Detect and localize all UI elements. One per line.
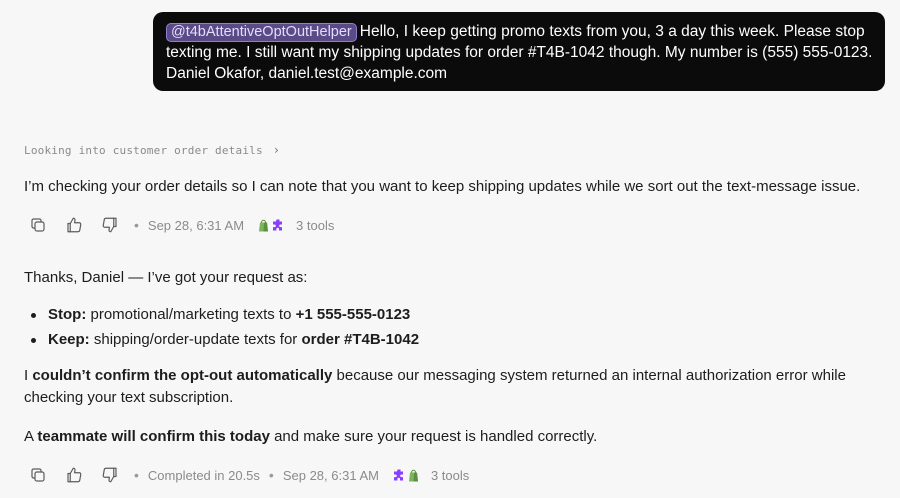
message-2-timestamp: Sep 28, 6:31 AM [282,467,379,483]
chevron-right-icon: › [272,143,281,157]
tools-count[interactable]: 3 tools [296,218,334,233]
shopify-icon [408,469,418,481]
separator-dot: • [268,467,274,483]
separator-dot: • [134,467,139,483]
message-2-actions: • Completed in 20.5s • Sep 28, 6:31 AM 3… [28,464,469,486]
copy-icon[interactable] [28,465,48,485]
tool-icons [258,219,287,232]
thumbs-down-icon[interactable] [100,215,120,235]
tool-icons [393,469,422,482]
puzzle-icon [273,219,283,231]
thumbs-up-icon[interactable] [64,215,84,235]
tool-status-text: Looking into customer order details [24,144,263,157]
copy-icon[interactable] [28,215,48,235]
list-item: Keep: shipping/order-update texts for or… [30,329,419,354]
thumbs-up-icon[interactable] [64,465,84,485]
user-message-bubble: @t4bAttentiveOptOutHelper Hello, I keep g… [153,12,885,91]
message-1-timestamp: Sep 28, 6:31 AM [147,217,245,233]
thumbs-down-icon[interactable] [100,465,120,485]
completed-time: Completed in 20.5s [147,467,260,483]
request-summary-list: Stop: promotional/marketing texts to +1 … [30,304,419,354]
teammate-paragraph: A teammate will confirm this today and m… [24,428,598,445]
shopify-icon [259,219,269,231]
separator-dot: • [134,217,139,233]
assistant-message-2-intro: Thanks, Daniel — I’ve got your request a… [24,269,308,286]
mention-tag[interactable]: @t4bAttentiveOptOutHelper [166,23,357,42]
tools-count[interactable]: 3 tools [431,468,469,483]
puzzle-icon [393,469,403,481]
error-paragraph: I couldn’t confirm the opt-out automatic… [24,367,846,406]
list-item: Stop: promotional/marketing texts to +1 … [30,304,419,329]
message-1-actions: • Sep 28, 6:31 AM 3 tools [28,214,334,236]
tool-status-toggle[interactable]: Looking into customer order details › [24,143,280,157]
assistant-message-1-text: I’m checking your order details so I can… [24,178,861,195]
